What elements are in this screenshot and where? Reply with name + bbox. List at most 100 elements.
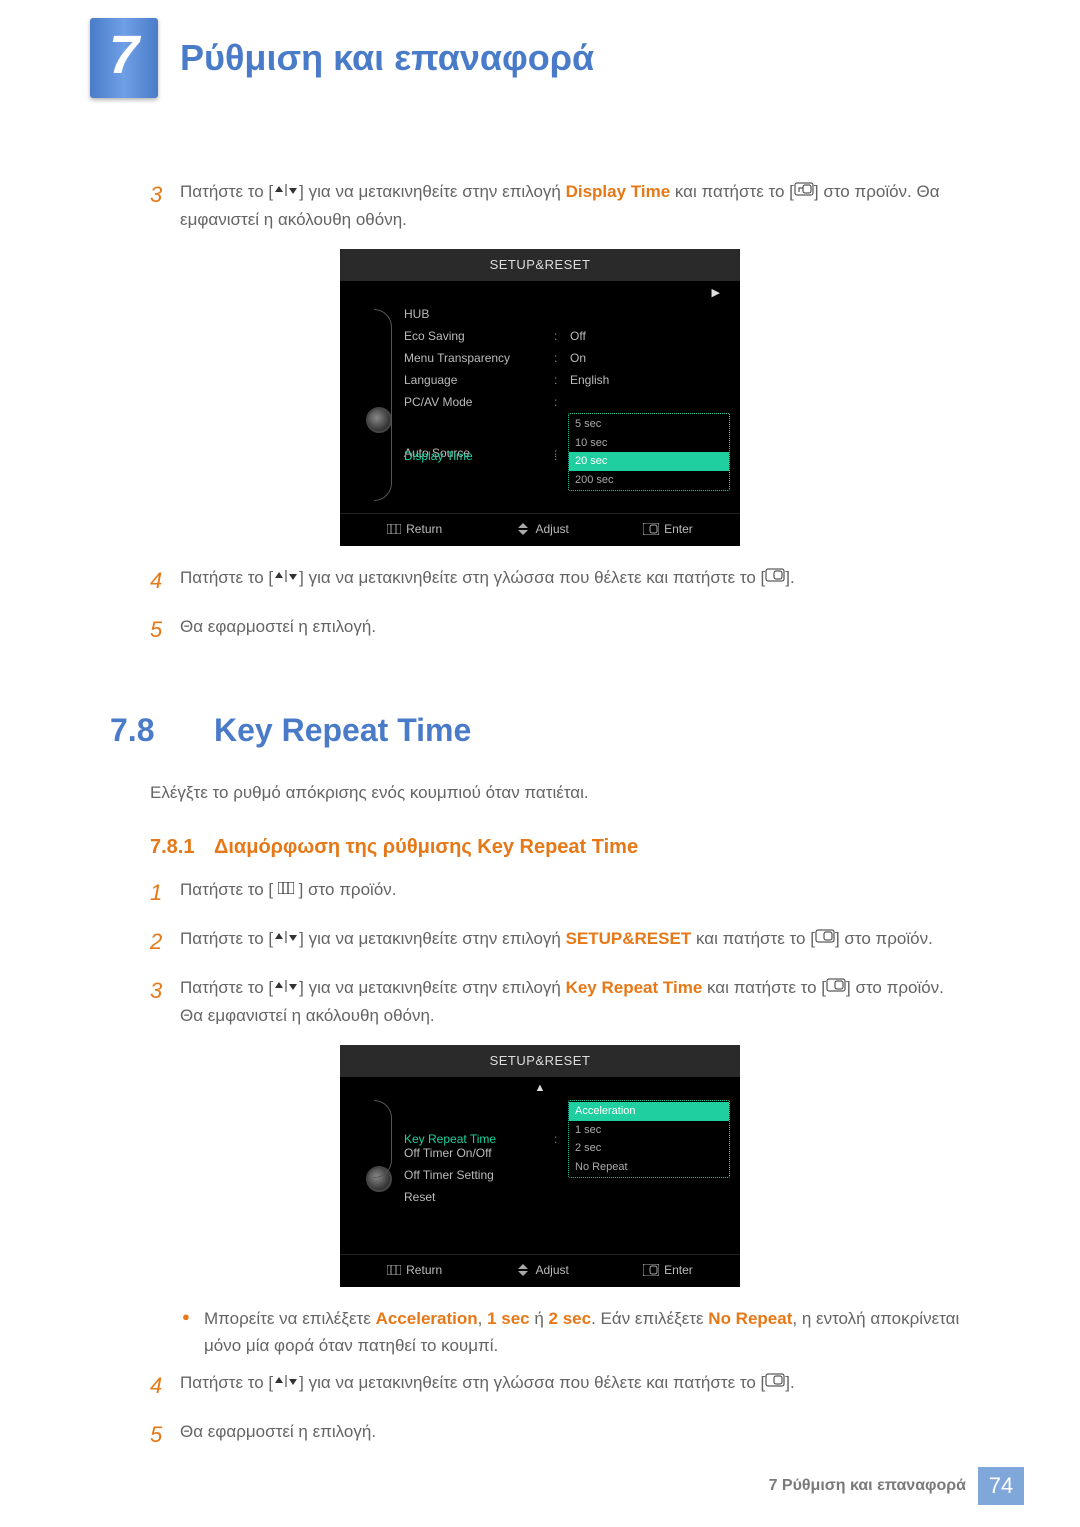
osd-title: SETUP&RESET [340, 1045, 740, 1077]
section-title: Key Repeat Time [214, 712, 471, 748]
chapter-title: Ρύθμιση και επαναφορά [180, 31, 594, 85]
osd-option: 200 sec [569, 471, 729, 490]
enter-icon [815, 924, 835, 951]
text: ] για να μετακινηθείτε στη γλώσσα που θέ… [299, 1373, 765, 1392]
menu-icon [278, 875, 294, 902]
osd-active-label: Display Time [404, 447, 554, 465]
text: ] για να μετακινηθείτε στην επιλογή [299, 182, 565, 201]
osd-option: 1 sec [569, 1121, 729, 1140]
step-number: 1 [150, 876, 180, 909]
subsection-heading: 7.8.1Διαμόρφωση της ρύθμισης Key Repeat … [150, 832, 970, 862]
text: και πατήστε το [ [691, 929, 815, 948]
enter-icon [794, 177, 814, 204]
osd-side-icon [350, 1098, 400, 1248]
step-number: 4 [150, 1369, 180, 1402]
text: Πατήστε το [ [180, 929, 273, 948]
step-2: 2 Πατήστε το [] για να μετακινηθείτε στη… [150, 925, 970, 958]
subsection-number: 7.8.1 [150, 832, 214, 862]
osd-item-value: Off [564, 327, 730, 345]
highlight-text: Display Time [566, 182, 671, 201]
step-3: 3 Πατήστε το [ ] για να μετακινηθείτε στη… [150, 974, 970, 1029]
text: και πατήστε το [ [670, 182, 794, 201]
text: και πατήστε το [ [702, 978, 826, 997]
step-number: 5 [150, 613, 180, 646]
enter-icon [643, 1264, 659, 1276]
step-number: 2 [150, 925, 180, 958]
osd-item-label: HUB [404, 305, 554, 323]
step-1: 1 Πατήστε το [ ] στο προϊόν. [150, 876, 970, 909]
text: ] στο προϊόν. [835, 929, 933, 948]
enter-icon [765, 563, 785, 590]
step-text: Πατήστε το [ ] στο προϊόν. [180, 876, 970, 904]
text: ]. [785, 1373, 794, 1392]
arrow-right-icon: ▶ [340, 281, 740, 302]
page-content: 3 Πατήστε το [] για να μετακινηθείτε στη… [0, 108, 1080, 1451]
step-4: 4 Πατήστε το [ ] για να μετακινηθείτε στη… [150, 1369, 970, 1402]
updown-icon [273, 973, 299, 1000]
osd-item-label: PC/AV Mode [404, 393, 554, 411]
section-heading: 7.8Key Repeat Time [110, 706, 970, 754]
text: Πατήστε το [ [180, 880, 278, 899]
text: Πατήστε το [ [180, 182, 273, 201]
step-number: 3 [150, 974, 180, 1007]
osd-item-label: Reset [404, 1188, 554, 1206]
text: ή [530, 1309, 549, 1328]
text: Πατήστε το [ [180, 978, 273, 997]
osd-footer: Return Adjust Enter [340, 513, 740, 540]
step-text: Πατήστε το [ ] για να μετακινηθείτε στην … [180, 974, 970, 1029]
highlight-text: No Repeat [708, 1309, 792, 1328]
enter-icon [643, 523, 659, 535]
text: Μπορείτε να επιλέξετε [204, 1309, 376, 1328]
osd-item-label: Language [404, 371, 554, 389]
osd-item-value: English [564, 371, 730, 389]
step-text: Θα εφαρμοστεί η επιλογή. [180, 1418, 970, 1445]
text: , [478, 1309, 487, 1328]
highlight-text: Key Repeat Time [566, 978, 703, 997]
osd-item-value: On [564, 349, 730, 367]
enter-icon [826, 973, 846, 1000]
osd-title: SETUP&RESET [340, 249, 740, 281]
updown-icon [273, 924, 299, 951]
updown-icon [273, 177, 299, 204]
osd-option-selected: 20 sec [569, 452, 729, 471]
text: Πατήστε το [ [180, 1373, 273, 1392]
updown-icon [273, 563, 299, 590]
highlight-text: 2 sec [549, 1309, 592, 1328]
step-text: Πατήστε το [ ] για να μετακινηθείτε στην … [180, 178, 970, 233]
text: ] για να μετακινηθείτε στην επιλογή [299, 978, 565, 997]
osd-item-label: Menu Transparency [404, 349, 554, 367]
bullet-text: Μπορείτε να επιλέξετε Acceleration, 1 se… [204, 1305, 970, 1359]
osd-footer-label: Adjust [535, 1261, 568, 1279]
step-text: Πατήστε το [] για να μετακινηθείτε στην … [180, 925, 970, 953]
step-text: Πατήστε το [] για να μετακινηθείτε στη γ… [180, 564, 970, 592]
step-number: 4 [150, 564, 180, 597]
osd-footer-label: Adjust [535, 520, 568, 538]
step-number: 5 [150, 1418, 180, 1451]
text: ] για να μετακινηθείτε στη γλώσσα που θέ… [299, 568, 765, 587]
osd-option: 10 sec [569, 434, 729, 453]
adjust-icon [516, 523, 530, 535]
highlight-text: Acceleration [376, 1309, 478, 1328]
osd-footer-label: Return [406, 520, 442, 538]
adjust-icon [516, 1264, 530, 1276]
page-footer: 7 Ρύθμιση και επαναφορά 74 [769, 1467, 1024, 1505]
section-number: 7.8 [110, 706, 214, 754]
osd-footer: Return Adjust Enter [340, 1254, 740, 1281]
step-number: 3 [150, 178, 180, 211]
arrow-up-icon: ▲ [340, 1077, 740, 1097]
page-number: 74 [978, 1467, 1024, 1505]
section-desc: Ελέγξτε το ρυθμό απόκρισης ενός κουμπιού… [150, 780, 970, 806]
osd-item-label: Off Timer Setting [404, 1166, 554, 1184]
osd-footer-label: Return [406, 1261, 442, 1279]
osd-menu: HUB Eco Saving:Off Menu Transparency:On … [400, 303, 730, 507]
menu-icon [387, 1265, 401, 1275]
osd-screenshot-2: SETUP&RESET ▲ Key Repeat Time: Accelerat… [340, 1045, 740, 1287]
step-5: 5 Θα εφαρμοστεί η επιλογή. [150, 1418, 970, 1451]
text: ] στο προϊόν. [294, 880, 397, 899]
step-3-top: 3 Πατήστε το [ ] για να μετακινηθείτε στη… [150, 178, 970, 233]
footer-text: 7 Ρύθμιση και επαναφορά [769, 1474, 966, 1498]
step-5-top: 5 Θα εφαρμοστεί η επιλογή. [150, 613, 970, 646]
highlight-text: 1 sec [487, 1309, 530, 1328]
enter-icon [765, 1368, 785, 1395]
osd-menu: Key Repeat Time: Acceleration 1 sec 2 se… [400, 1098, 730, 1248]
